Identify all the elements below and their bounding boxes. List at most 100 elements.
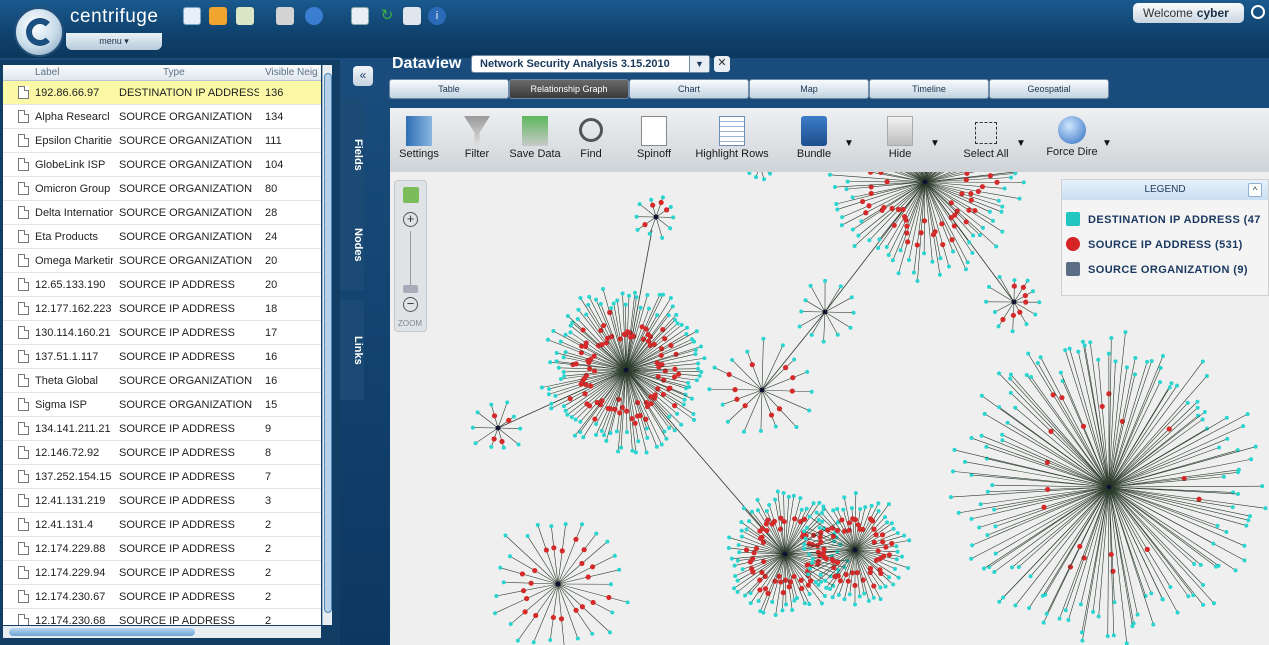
graph-node[interactable] — [885, 520, 890, 525]
graph-node[interactable] — [1067, 346, 1072, 351]
graph-node[interactable] — [634, 295, 639, 300]
graph-node[interactable] — [624, 430, 629, 435]
graph-node[interactable] — [590, 599, 596, 606]
graph-node[interactable] — [1028, 574, 1033, 579]
graph-node[interactable] — [810, 556, 815, 561]
graph-node[interactable] — [807, 591, 812, 596]
graph-node[interactable] — [1033, 312, 1038, 317]
graph-node[interactable] — [684, 386, 689, 391]
graph-node[interactable] — [702, 356, 707, 361]
table-row[interactable]: 12.174.229.94 SOURCE IP ADDRESS 2 — [3, 561, 321, 585]
centrifuge-logo[interactable] — [14, 7, 64, 57]
graph-node[interactable] — [878, 570, 884, 576]
graph-node[interactable] — [659, 442, 664, 447]
print-icon[interactable] — [276, 7, 294, 25]
graph-node[interactable] — [997, 405, 1002, 410]
graph-node[interactable] — [725, 419, 730, 424]
graph-node[interactable] — [887, 575, 892, 580]
graph-node[interactable] — [661, 292, 666, 297]
graph-node[interactable] — [686, 380, 691, 385]
graph-node[interactable] — [553, 393, 558, 398]
graph-node[interactable] — [876, 245, 881, 250]
graph-node[interactable] — [835, 507, 840, 512]
graph-node[interactable] — [742, 403, 748, 409]
graph-node[interactable] — [949, 237, 955, 243]
graph-node[interactable] — [1044, 459, 1051, 465]
graph-node[interactable] — [889, 521, 894, 526]
graph-node[interactable] — [1247, 514, 1252, 519]
graph-node[interactable] — [794, 425, 799, 430]
graph-node[interactable] — [1080, 339, 1085, 344]
graph-node[interactable] — [979, 184, 986, 190]
graph-node[interactable] — [987, 173, 993, 179]
graph-node[interactable] — [780, 590, 786, 596]
graph-node[interactable] — [773, 612, 778, 617]
graph-node[interactable] — [614, 429, 619, 434]
bundle-button[interactable]: Bundle — [794, 108, 834, 172]
graph-node[interactable] — [781, 518, 787, 525]
graph-node[interactable] — [1236, 470, 1241, 475]
graph-node[interactable] — [647, 231, 652, 236]
tab-links[interactable]: Links — [340, 300, 364, 400]
graph-node[interactable] — [981, 566, 986, 571]
graph-node[interactable] — [969, 556, 974, 561]
graph-node[interactable] — [1124, 641, 1129, 645]
graph-node[interactable] — [940, 241, 946, 248]
graph-node[interactable] — [1106, 351, 1111, 356]
graph-node[interactable] — [1088, 340, 1093, 345]
col-header-visible[interactable]: Visible Neig — [265, 67, 318, 78]
graph-node[interactable] — [1202, 409, 1207, 414]
graph-node[interactable] — [801, 516, 808, 522]
graph-node[interactable] — [836, 592, 841, 597]
graph-node[interactable] — [1008, 376, 1013, 381]
graph-node[interactable] — [770, 599, 775, 604]
graph-node[interactable] — [993, 524, 998, 529]
graph-node[interactable] — [679, 422, 684, 427]
graph-node[interactable] — [573, 417, 578, 422]
graph-node[interactable] — [902, 533, 907, 538]
table-row[interactable]: Eta Products SOURCE ORGANIZATION 24 — [3, 225, 321, 249]
horizontal-scrollbar[interactable] — [3, 626, 321, 638]
graph-node[interactable] — [603, 340, 610, 346]
graph-node[interactable] — [594, 531, 599, 536]
graph-node[interactable] — [1246, 518, 1251, 523]
graph-node[interactable] — [969, 516, 974, 521]
graph-node[interactable] — [966, 207, 972, 213]
graph-node[interactable] — [546, 392, 551, 397]
graph-node[interactable] — [749, 509, 754, 514]
graph-node[interactable] — [1211, 601, 1216, 606]
graph-node[interactable] — [594, 297, 599, 302]
graph-node[interactable] — [616, 449, 621, 454]
graph-node[interactable] — [1022, 292, 1028, 299]
graph-node[interactable] — [1020, 284, 1026, 290]
graph-node[interactable] — [886, 253, 891, 258]
bundle-dropdown-icon[interactable]: ▼ — [844, 138, 854, 149]
graph-node[interactable] — [773, 424, 778, 429]
graph-node[interactable] — [584, 401, 590, 407]
table-row[interactable]: Theta Global SOURCE ORGANIZATION 16 — [3, 369, 321, 393]
zoom-in-icon[interactable]: + — [403, 212, 418, 227]
graph-node[interactable] — [1080, 423, 1087, 429]
graph-node[interactable] — [535, 522, 540, 527]
graph-node[interactable] — [1214, 564, 1219, 569]
graph-node[interactable] — [803, 298, 808, 303]
graph-node[interactable] — [735, 589, 740, 594]
graph-node[interactable] — [584, 312, 589, 317]
graph-node[interactable] — [1008, 390, 1013, 395]
graph-node[interactable] — [987, 209, 992, 214]
graph-node[interactable] — [632, 420, 638, 426]
graph-node[interactable] — [518, 426, 523, 431]
graph-node[interactable] — [990, 483, 995, 488]
graph-node[interactable] — [1158, 380, 1163, 385]
graph-node[interactable] — [798, 496, 803, 501]
graph-node[interactable] — [839, 223, 844, 228]
graph-node[interactable] — [1149, 358, 1154, 363]
graph-node[interactable] — [532, 567, 538, 574]
graph-node[interactable] — [907, 538, 912, 543]
graph-node[interactable] — [1160, 597, 1165, 602]
graph-node[interactable] — [762, 177, 767, 182]
graph-node[interactable] — [951, 249, 956, 254]
graph-node[interactable] — [937, 272, 942, 277]
graph-node[interactable] — [645, 293, 650, 298]
graph-node[interactable] — [911, 270, 916, 275]
